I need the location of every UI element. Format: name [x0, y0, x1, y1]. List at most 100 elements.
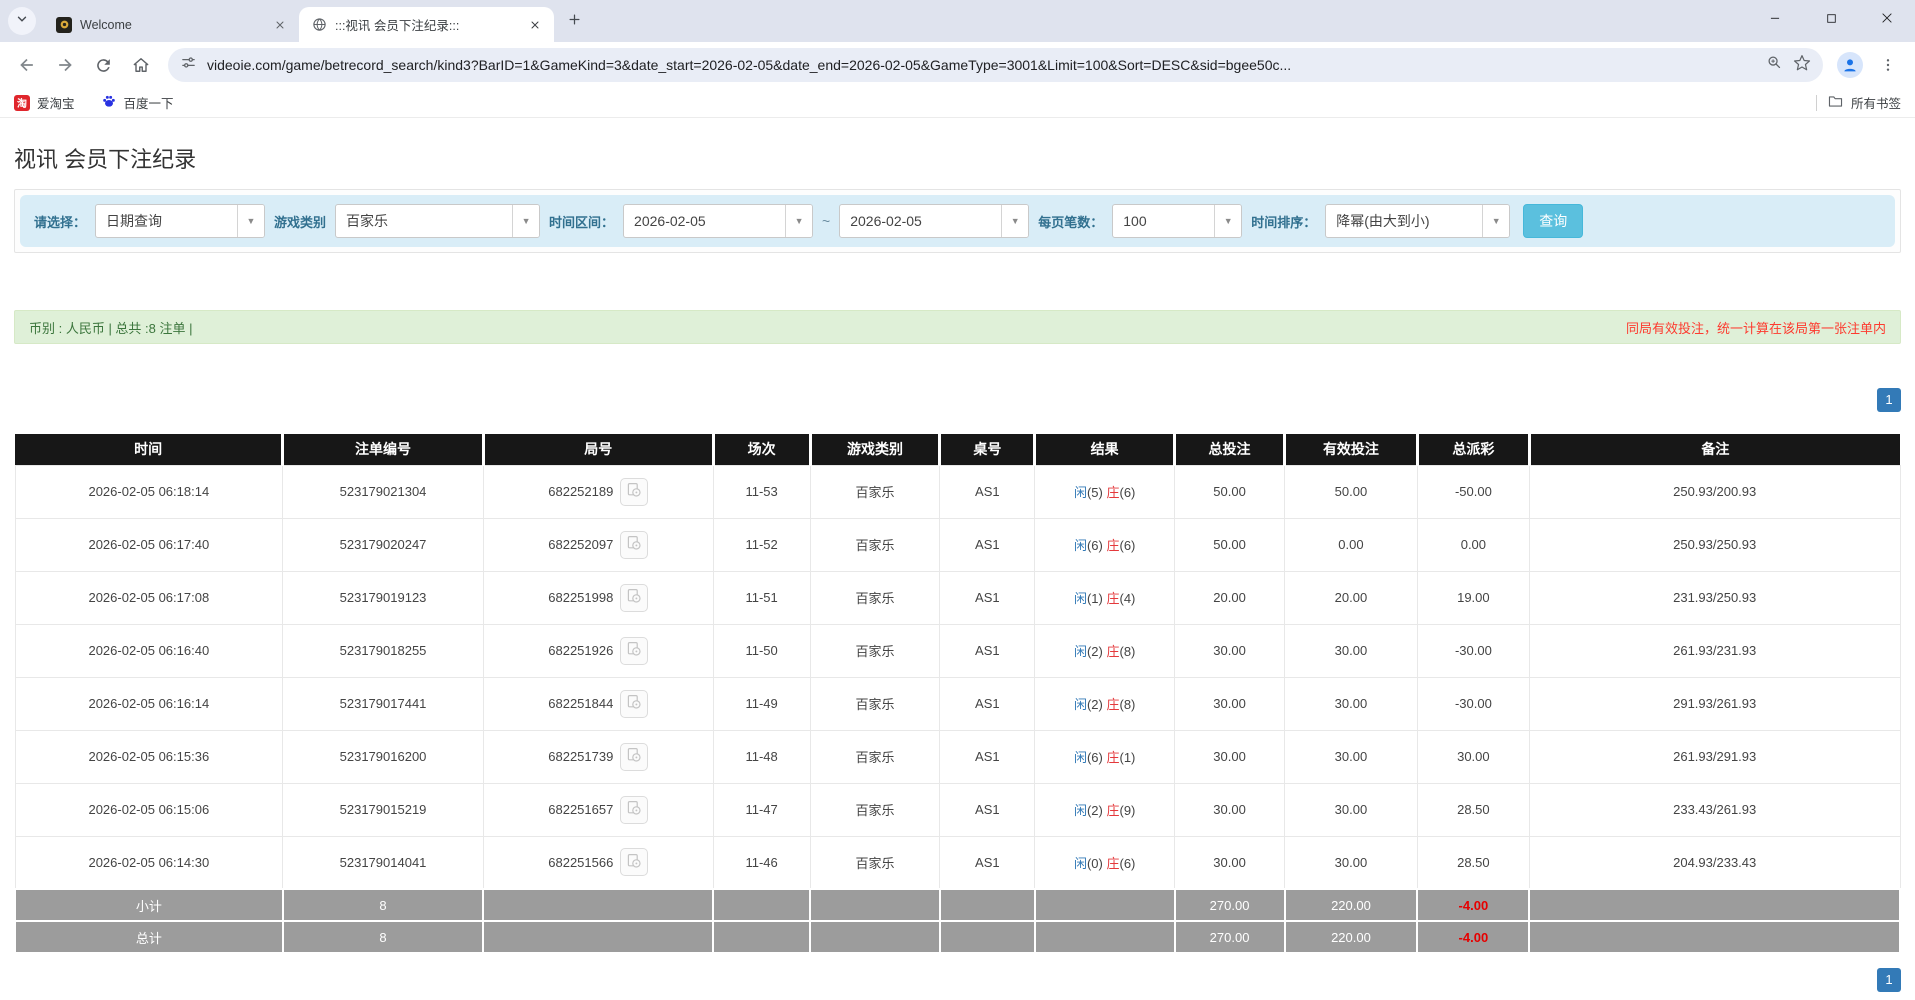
- result-cell: 闲(6) 庄(1): [1035, 730, 1175, 783]
- address-bar[interactable]: videoie.com/game/betrecord_search/kind3?…: [168, 48, 1823, 82]
- close-window-button[interactable]: [1859, 0, 1915, 36]
- result-banker: 庄: [1106, 485, 1119, 500]
- video-replay-button[interactable]: [620, 531, 648, 559]
- payout-cell: 30.00: [1417, 730, 1529, 783]
- date-start-select[interactable]: 2026-02-05 ▼: [623, 204, 813, 238]
- back-button[interactable]: [10, 48, 44, 82]
- session-cell: 11-50: [713, 624, 810, 677]
- table-no-cell: AS1: [940, 783, 1035, 836]
- result-banker-count: (8): [1120, 644, 1136, 659]
- chevron-down-icon: ▼: [1001, 205, 1028, 237]
- minimize-button[interactable]: [1747, 0, 1803, 36]
- result-banker-count: (4): [1120, 591, 1136, 606]
- tab-close-icon[interactable]: [271, 16, 289, 34]
- forward-button[interactable]: [48, 48, 82, 82]
- result-player-count: (0): [1087, 856, 1103, 871]
- refresh-button[interactable]: [86, 48, 120, 82]
- valid-bet-cell: 30.00: [1285, 677, 1418, 730]
- chevron-down-icon: ▼: [785, 205, 812, 237]
- total-bet-cell[interactable]: 20.00: [1175, 571, 1285, 624]
- bookmark-star-icon[interactable]: [1793, 54, 1811, 77]
- per-page-value: 100: [1113, 213, 1214, 229]
- result-banker: 庄: [1106, 591, 1119, 606]
- result-player: 闲: [1074, 856, 1087, 871]
- search-button[interactable]: 查询: [1523, 204, 1583, 238]
- video-replay-button[interactable]: [620, 584, 648, 612]
- all-bookmarks-button[interactable]: 所有书签: [1827, 93, 1901, 113]
- bookmark-baidu[interactable]: 百度一下: [101, 93, 174, 112]
- round-cell: 682251566: [483, 836, 713, 889]
- bet-time-cell: 2026-02-05 06:15:36: [15, 730, 283, 783]
- profile-avatar[interactable]: [1837, 52, 1863, 78]
- page-number-button[interactable]: 1: [1877, 388, 1901, 412]
- video-replay-button[interactable]: [620, 478, 648, 506]
- total-payout: -4.00: [1417, 921, 1529, 953]
- result-banker: 庄: [1106, 803, 1119, 818]
- bet-time-cell: 2026-02-05 06:16:14: [15, 677, 283, 730]
- note-cell: 233.43/261.93: [1529, 783, 1900, 836]
- total-bet-cell[interactable]: 30.00: [1175, 677, 1285, 730]
- valid-bet-cell: 0.00: [1285, 518, 1418, 571]
- table-no-cell: AS1: [940, 730, 1035, 783]
- bookmarks-divider: [1816, 95, 1817, 111]
- round-id: 682251566: [548, 855, 613, 870]
- per-page-select[interactable]: 100 ▼: [1112, 204, 1242, 238]
- col-round-id: 局号: [483, 434, 713, 465]
- result-player-count: (1): [1087, 591, 1103, 606]
- bookmark-taobao[interactable]: 淘 爱淘宝: [14, 93, 75, 112]
- url-text[interactable]: videoie.com/game/betrecord_search/kind3?…: [207, 57, 1756, 73]
- game-kind-label: 游戏类别: [274, 212, 326, 231]
- result-banker: 庄: [1106, 538, 1119, 553]
- sort-select[interactable]: 降幂(由大到小) ▼: [1325, 204, 1510, 238]
- col-result: 结果: [1035, 434, 1175, 465]
- subtotal-payout: -4.00: [1417, 889, 1529, 921]
- col-bet-id: 注单编号: [283, 434, 484, 465]
- maximize-button[interactable]: [1803, 0, 1859, 36]
- total-bet-cell[interactable]: 30.00: [1175, 730, 1285, 783]
- video-replay-button[interactable]: [620, 690, 648, 718]
- zoom-icon[interactable]: [1766, 54, 1783, 76]
- valid-bet-cell: 20.00: [1285, 571, 1418, 624]
- tab-welcome[interactable]: Welcome: [44, 7, 299, 42]
- game-kind-cell: 百家乐: [810, 677, 940, 730]
- total-bet-cell[interactable]: 50.00: [1175, 465, 1285, 518]
- new-tab-button[interactable]: [560, 8, 588, 36]
- query-type-value: 日期查询: [96, 211, 237, 231]
- page-content: 视讯 会员下注纪录 请选择： 日期查询 ▼ 游戏类别 百家乐 ▼ 时间区间： 2…: [0, 118, 1915, 992]
- bookmark-label: 百度一下: [124, 93, 174, 112]
- menu-dots-icon[interactable]: [1871, 48, 1905, 82]
- tab-bet-records[interactable]: :::视讯 会员下注纪录:::: [299, 7, 554, 42]
- col-time: 时间: [15, 434, 283, 465]
- bet-time-cell: 2026-02-05 06:18:14: [15, 465, 283, 518]
- game-kind-cell: 百家乐: [810, 465, 940, 518]
- tab-search-button[interactable]: [8, 7, 36, 35]
- chevron-down-icon: ▼: [512, 205, 539, 237]
- total-bet-cell[interactable]: 30.00: [1175, 783, 1285, 836]
- total-bet-cell[interactable]: 30.00: [1175, 624, 1285, 677]
- table-no-cell: AS1: [940, 624, 1035, 677]
- bookmark-label: 爱淘宝: [37, 93, 75, 112]
- query-type-select[interactable]: 日期查询 ▼: [95, 204, 265, 238]
- tab-close-icon[interactable]: [526, 16, 544, 34]
- game-kind-select[interactable]: 百家乐 ▼: [335, 204, 540, 238]
- date-end-select[interactable]: 2026-02-05 ▼: [839, 204, 1029, 238]
- session-cell: 11-51: [713, 571, 810, 624]
- app-logo-icon: [56, 17, 72, 33]
- home-button[interactable]: [124, 48, 158, 82]
- video-replay-button[interactable]: [620, 743, 648, 771]
- session-cell: 11-47: [713, 783, 810, 836]
- note-cell: 261.93/291.93: [1529, 730, 1900, 783]
- video-replay-button[interactable]: [620, 796, 648, 824]
- site-info-icon[interactable]: [180, 54, 197, 76]
- subtotal-count: 8: [283, 889, 484, 921]
- game-kind-value: 百家乐: [336, 211, 512, 231]
- filter-panel: 请选择： 日期查询 ▼ 游戏类别 百家乐 ▼ 时间区间： 2026-02-05 …: [20, 195, 1895, 247]
- video-replay-button[interactable]: [620, 848, 648, 876]
- subtotal-label: 小计: [15, 889, 283, 921]
- note-cell: 261.93/231.93: [1529, 624, 1900, 677]
- total-bet-cell[interactable]: 30.00: [1175, 836, 1285, 889]
- page-number-button[interactable]: 1: [1877, 968, 1901, 992]
- video-replay-button[interactable]: [620, 637, 648, 665]
- total-bet-cell[interactable]: 50.00: [1175, 518, 1285, 571]
- result-cell: 闲(0) 庄(6): [1035, 836, 1175, 889]
